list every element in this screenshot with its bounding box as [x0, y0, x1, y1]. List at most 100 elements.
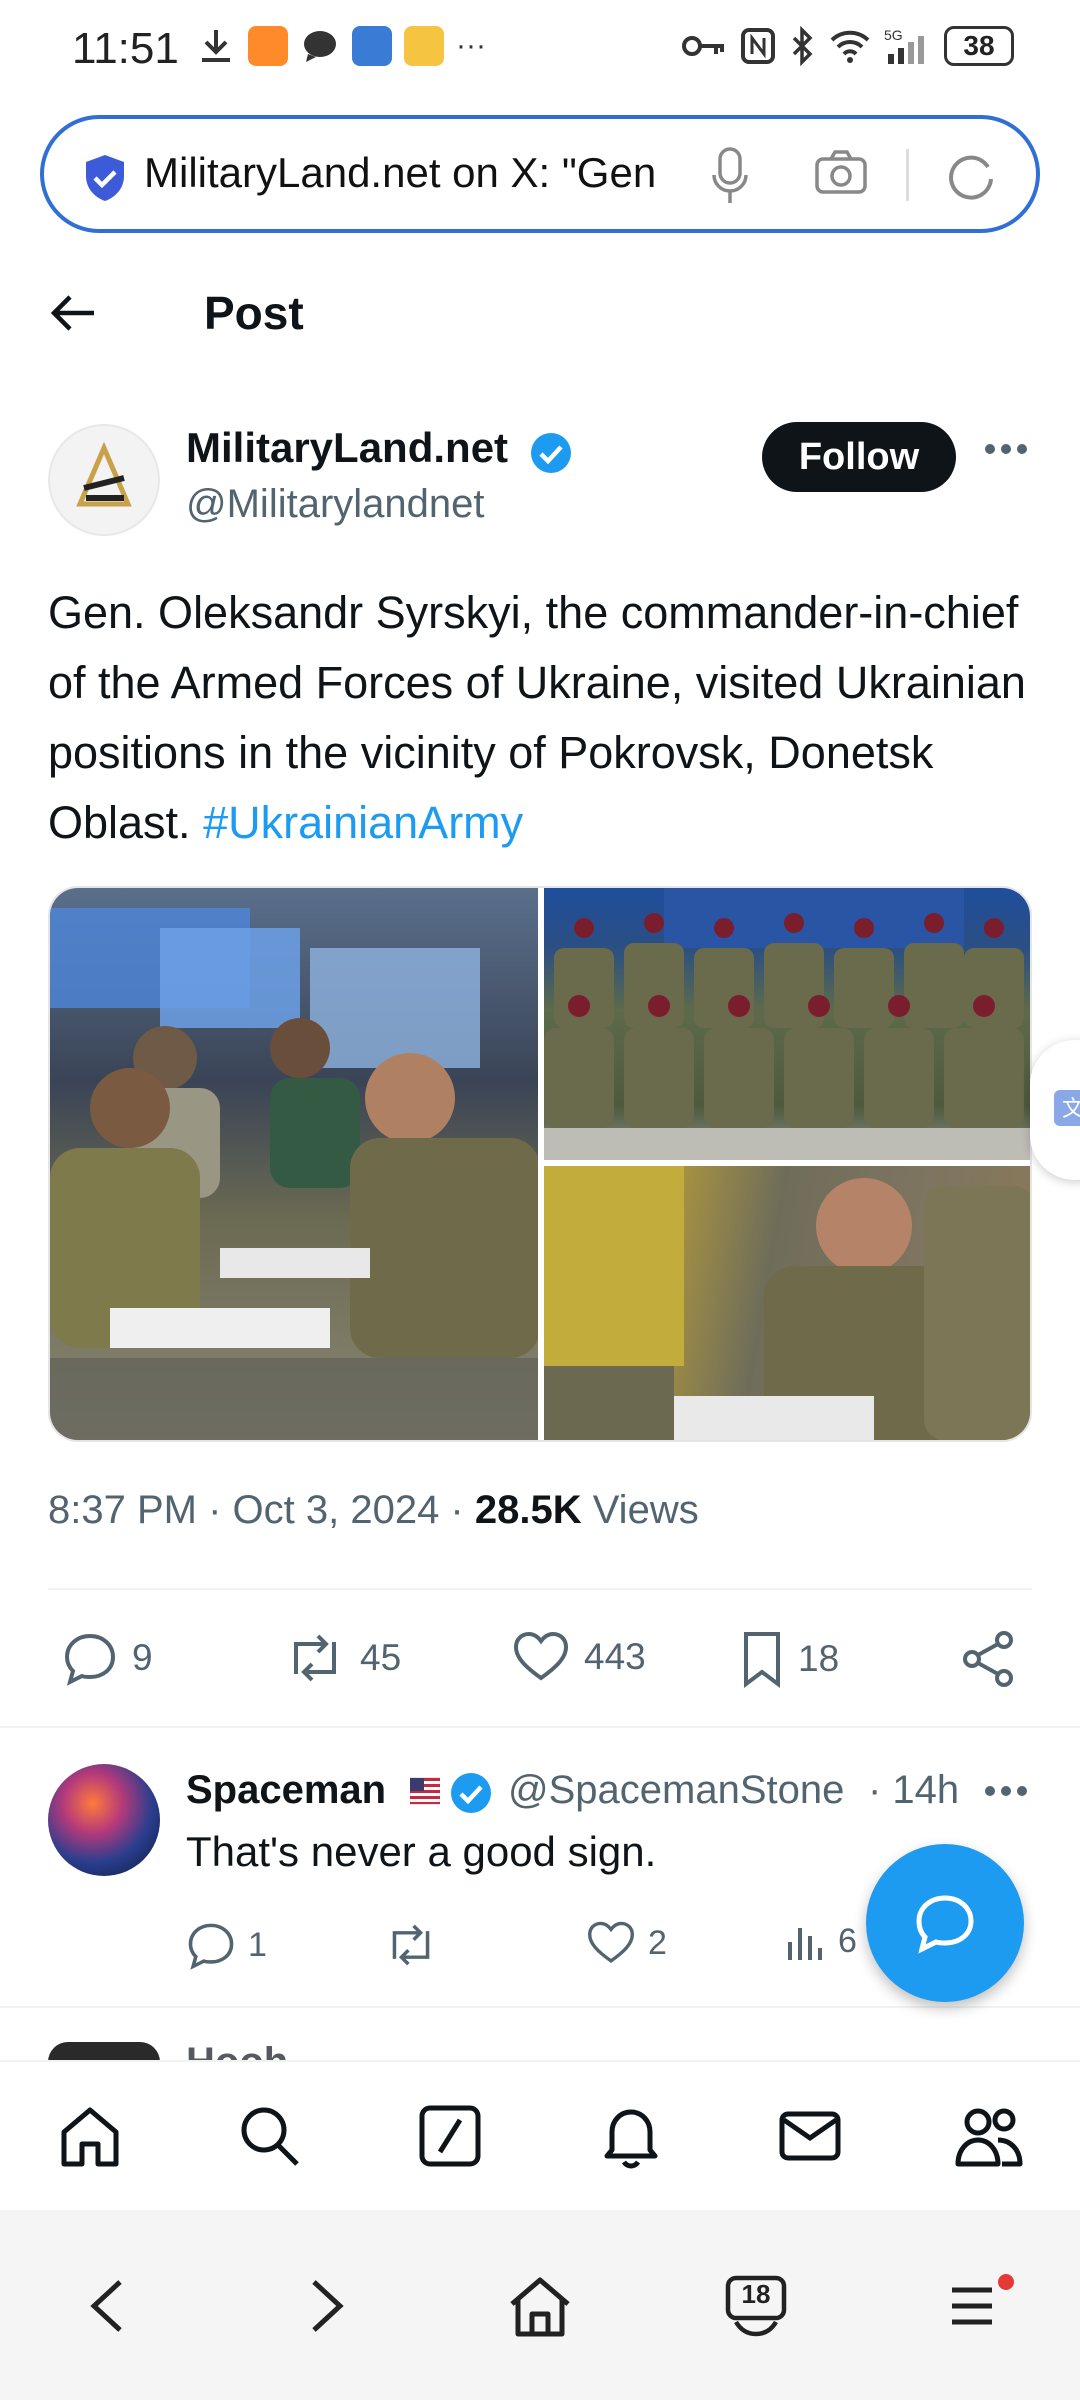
- post-body: Gen. Oleksandr Syrskyi, the commander-in…: [48, 587, 1026, 848]
- reply-count: 9: [132, 1637, 153, 1678]
- post-media-grid: [48, 886, 1032, 1442]
- divider: [0, 1726, 1080, 1728]
- translate-floating-button[interactable]: 文: [1030, 1040, 1080, 1180]
- compose-reply-button[interactable]: [866, 1844, 1024, 2002]
- bookmark-count: 18: [798, 1638, 840, 1679]
- reply-reply-count: 1: [248, 1925, 267, 1964]
- author-handle[interactable]: @Militarylandnet: [186, 482, 485, 527]
- reply-time: · 14h: [868, 1768, 960, 1812]
- repost-count: 45: [360, 1637, 402, 1678]
- weibo-icon: [404, 26, 444, 66]
- url-text[interactable]: MilitaryLand.net on X: "Gen: [144, 149, 724, 197]
- heart-icon: [587, 1921, 635, 1963]
- like-button[interactable]: 443: [512, 1630, 646, 1684]
- divider: [48, 1588, 1032, 1590]
- app-icon-blue: [352, 26, 392, 66]
- browser-back-icon[interactable]: [82, 2274, 132, 2338]
- microphone-icon[interactable]: [712, 147, 748, 205]
- tabs-switcher-button[interactable]: 18: [724, 2274, 788, 2338]
- url-bar-divider: [906, 149, 909, 201]
- bookmark-icon: [744, 1632, 780, 1688]
- svg-text:文: 文: [1062, 1096, 1080, 1121]
- author-name[interactable]: MilitaryLand.net: [186, 424, 508, 472]
- chat-bubble-icon: [304, 31, 336, 62]
- reply-like-count: 2: [648, 1923, 667, 1962]
- nfc-icon: [741, 28, 775, 64]
- reload-icon[interactable]: [944, 149, 998, 203]
- repost-icon: [294, 1634, 336, 1682]
- post-time: 8:37 PM · Oct 3, 2024 ·: [48, 1488, 475, 1532]
- author-avatar[interactable]: [48, 424, 160, 536]
- reply-views-count: 6: [838, 1921, 857, 1960]
- heart-icon: [513, 1631, 569, 1681]
- share-icon: [963, 1631, 1013, 1687]
- svg-text:5G: 5G: [884, 27, 903, 43]
- status-system-icons: 5G 38: [680, 26, 1014, 66]
- verified-badge-icon: [451, 1773, 491, 1813]
- browser-url-bar[interactable]: MilitaryLand.net on X: "Gen: [40, 115, 1040, 233]
- hashtag-link[interactable]: #UkrainianArmy: [203, 797, 523, 848]
- reply-bubble-icon: [916, 1895, 974, 1954]
- search-icon[interactable]: [236, 2102, 302, 2170]
- reply-author-name[interactable]: Spaceman: [186, 1768, 386, 1813]
- download-icon: [202, 30, 230, 62]
- photo-group-soldiers-image: [544, 888, 1030, 1160]
- notifications-bell-icon[interactable]: [598, 2102, 664, 2170]
- browser-home-icon[interactable]: [506, 2274, 574, 2340]
- wifi-icon: [830, 30, 870, 63]
- bottom-tab-bar: [0, 2060, 1080, 2210]
- views-chart-icon: [788, 1928, 822, 1960]
- more-options-icon[interactable]: [984, 1784, 1028, 1798]
- views-label: Views: [581, 1488, 699, 1532]
- like-count: 443: [584, 1636, 646, 1677]
- back-arrow-icon[interactable]: [48, 288, 98, 338]
- next-reply-name[interactable]: Hooh: [186, 2040, 886, 2060]
- battery-indicator: 38: [944, 26, 1014, 66]
- bluetooth-icon: [792, 26, 813, 66]
- next-reply-avatar[interactable]: [48, 2042, 160, 2062]
- share-button[interactable]: [960, 1630, 1016, 1688]
- reply-views-button[interactable]: 6: [786, 1920, 857, 1962]
- reply-reply-button[interactable]: 1: [186, 1920, 267, 1970]
- key-icon: [682, 36, 724, 56]
- home-icon[interactable]: [56, 2102, 124, 2170]
- photo-command-center-image: [50, 908, 538, 1440]
- militaryland-logo-icon: [76, 441, 132, 507]
- photo-group-soldiers[interactable]: [544, 888, 1030, 1160]
- repost-button[interactable]: 45: [284, 1630, 401, 1686]
- photo-commander-writing[interactable]: [544, 1166, 1030, 1440]
- bookmark-button[interactable]: 18: [740, 1630, 839, 1688]
- communities-icon[interactable]: [954, 2102, 1026, 2170]
- security-shield-icon: [86, 155, 124, 201]
- status-notification-icons: ···: [196, 26, 486, 66]
- us-flag-icon: [410, 1777, 440, 1805]
- messages-envelope-icon[interactable]: [776, 2102, 844, 2170]
- reply-icon: [64, 1633, 116, 1686]
- reply-repost-button[interactable]: [384, 1920, 438, 1970]
- status-bar: 11:51 ··· 5G 38: [0, 0, 1080, 105]
- follow-button[interactable]: Follow: [762, 422, 956, 492]
- more-options-icon[interactable]: [984, 442, 1028, 456]
- video-app-icon: [248, 26, 288, 66]
- browser-menu-icon[interactable]: [946, 2274, 1018, 2338]
- reply-avatar[interactable]: [48, 1764, 160, 1876]
- browser-forward-icon[interactable]: [302, 2274, 352, 2338]
- divider: [0, 2006, 1080, 2008]
- views-count: 28.5K: [474, 1488, 582, 1532]
- browser-navigation-bar: 18: [0, 2210, 1080, 2400]
- reply-text: That's never a good sign.: [186, 1828, 657, 1875]
- page-title: Post: [204, 287, 304, 339]
- verified-badge-icon: [531, 433, 571, 473]
- post-timestamp: 8:37 PM · Oct 3, 2024 · 28.5K Views: [48, 1488, 699, 1533]
- reply-button[interactable]: 9: [62, 1630, 153, 1686]
- reply-author-handle[interactable]: @SpacemanStone: [508, 1768, 868, 1813]
- photo-commander-writing-image: [544, 1166, 1030, 1440]
- reply-icon: [188, 1923, 234, 1970]
- grok-icon[interactable]: [416, 2102, 484, 2170]
- post-text: Gen. Oleksandr Syrskyi, the commander-in…: [48, 578, 1038, 858]
- translate-icon: 文: [1054, 1090, 1080, 1126]
- camera-icon[interactable]: [814, 149, 868, 195]
- more-notifications-icon: ···: [456, 29, 486, 62]
- photo-command-center[interactable]: [50, 888, 538, 1440]
- reply-like-button[interactable]: 2: [586, 1920, 667, 1966]
